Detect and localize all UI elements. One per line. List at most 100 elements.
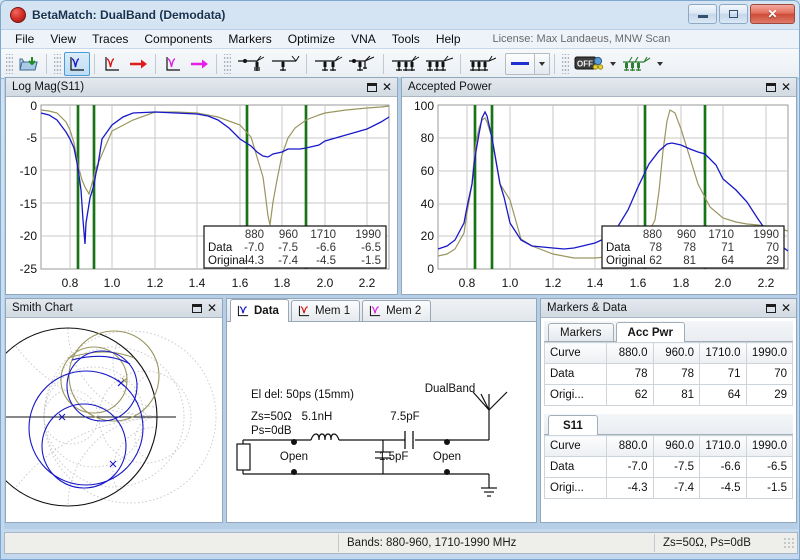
resize-grip-icon[interactable]: [783, 537, 795, 549]
menu-traces[interactable]: Traces: [84, 30, 136, 48]
smith-chart-plot[interactable]: [6, 318, 222, 522]
two-component-b-button[interactable]: [345, 52, 379, 76]
menu-help[interactable]: Help: [428, 30, 469, 48]
tab-data[interactable]: Data: [230, 299, 289, 322]
restore-icon[interactable]: [765, 303, 776, 313]
tab-markers[interactable]: Markers: [548, 323, 614, 341]
store-mem2-button[interactable]: [186, 52, 212, 76]
close-icon[interactable]: ✕: [382, 81, 392, 93]
panel-markers-data-title: Markers & Data: [547, 302, 627, 314]
tab-s11[interactable]: S11: [548, 415, 598, 435]
accpwr-tabstrip: Markers Acc Pwr: [544, 321, 793, 342]
tab-markers-label: Markers: [560, 326, 602, 339]
shunt-component-button[interactable]: [268, 52, 302, 76]
svg-text:Data: Data: [208, 242, 233, 254]
mem2-trace-button[interactable]: [160, 52, 186, 76]
svg-text:1.0: 1.0: [104, 276, 121, 290]
maximize-button[interactable]: [719, 4, 748, 24]
svg-text:-6.5: -6.5: [361, 242, 381, 254]
data-trace-button[interactable]: [64, 51, 90, 76]
circuit-schematic[interactable]: El del: 50ps (15mm) Zs=50Ω Ps=0dB 5.1nH …: [227, 322, 536, 522]
tab-mem1[interactable]: Mem 1: [290, 300, 361, 321]
panel-markers-data-header[interactable]: Markers & Data ✕: [541, 299, 796, 318]
mem1-trace-button[interactable]: [99, 52, 125, 76]
svg-text:70: 70: [766, 242, 779, 254]
mem1-trace-icon: [104, 56, 119, 71]
accpwr-th-curve: Curve: [544, 342, 607, 364]
mdi-client-area: Log Mag(S11) ✕ 0 -5 -10 -15 -20 -25 0.8 …: [4, 77, 798, 529]
restore-icon[interactable]: [366, 82, 377, 92]
restore-icon[interactable]: [765, 82, 776, 92]
tab-acc-pwr[interactable]: Acc Pwr: [615, 322, 685, 342]
minimize-button[interactable]: [688, 4, 717, 24]
close-icon[interactable]: ✕: [781, 302, 791, 314]
accpwr-table[interactable]: Curve 880.0 960.0 1710.0 1990.0 Data 78 …: [544, 342, 793, 406]
vna-off-icon: OFF: [574, 56, 604, 70]
chevron-down-icon: [609, 61, 616, 66]
s11-data-1990: -6.5: [745, 456, 793, 478]
open-file-button[interactable]: [16, 52, 42, 76]
three-component-b-button[interactable]: [422, 52, 456, 76]
restore-icon[interactable]: [191, 303, 202, 313]
svg-text:-4.5: -4.5: [316, 255, 336, 267]
panel-log-mag-header[interactable]: Log Mag(S11) ✕: [6, 78, 397, 97]
vna-toggle-button[interactable]: OFF: [572, 52, 606, 76]
table-row: Data 78 78 71 70: [544, 363, 793, 385]
s11-group: S11 Curve 880.0 960.0 1710.0 1990.0 Data: [544, 414, 793, 499]
close-icon[interactable]: ✕: [207, 302, 217, 314]
menu-vna[interactable]: VNA: [343, 30, 384, 48]
three-component-a-button[interactable]: [388, 52, 422, 76]
s11-table[interactable]: Curve 880.0 960.0 1710.0 1990.0 Data -7.…: [544, 435, 793, 499]
log-mag-chart[interactable]: 0 -5 -10 -15 -20 -25 0.8 1.0 1.2 1.4 1.6: [6, 97, 397, 294]
svg-text:-15: -15: [20, 197, 38, 211]
tab-mem2[interactable]: Mem 2: [362, 300, 432, 321]
svg-text:80: 80: [421, 131, 435, 145]
vna-dropdown[interactable]: [606, 53, 619, 75]
panel-smith-chart-title: Smith Chart: [12, 302, 73, 314]
accpwr-data-880: 78: [606, 363, 654, 385]
line-style-dropdown[interactable]: [535, 52, 550, 75]
menubar: File View Traces Components Markers Opti…: [1, 29, 799, 49]
menu-components[interactable]: Components: [136, 30, 220, 48]
panel-log-mag: Log Mag(S11) ✕ 0 -5 -10 -15 -20 -25 0.8 …: [5, 77, 398, 295]
toolbar-separator-3: [155, 53, 156, 74]
panel-smith-chart-header[interactable]: Smith Chart ✕: [6, 299, 222, 318]
toolbar-grip-1[interactable]: [6, 53, 13, 74]
four-component-button[interactable]: [465, 52, 499, 76]
network-dropdown[interactable]: [653, 53, 666, 75]
toolbar-separator-6: [383, 53, 384, 74]
close-button[interactable]: ✕: [750, 4, 795, 24]
svg-text:0: 0: [30, 99, 37, 113]
accepted-power-chart[interactable]: 100 80 60 40 20 0 0.8 1.0 1.2 1.4 1.6 1.…: [402, 97, 796, 294]
toolbar-separator-1: [46, 53, 47, 74]
panel-accepted-power-body: 100 80 60 40 20 0 0.8 1.0 1.2 1.4 1.6 1.…: [402, 97, 796, 294]
menu-file[interactable]: File: [7, 30, 42, 48]
svg-text:-10: -10: [20, 164, 38, 178]
circuit-tabstrip: Data Mem 1 Mem 2: [227, 299, 536, 322]
three-component-b-icon: [426, 55, 454, 71]
menu-tools[interactable]: Tools: [384, 30, 428, 48]
svg-text:-1.5: -1.5: [361, 255, 381, 267]
menu-optimize[interactable]: Optimize: [280, 30, 343, 48]
svg-text:Open: Open: [280, 451, 308, 463]
toolbar-grip-3[interactable]: [224, 53, 231, 74]
menu-markers[interactable]: Markers: [220, 30, 279, 48]
svg-text:0: 0: [427, 262, 434, 276]
toolbar-separator-8: [554, 53, 555, 74]
panel-smith-chart: Smith Chart ✕: [5, 298, 223, 523]
two-component-a-button[interactable]: [311, 52, 345, 76]
store-mem1-button[interactable]: [125, 52, 151, 76]
svg-text:Data: Data: [606, 242, 631, 254]
application-window: BetaMatch: DualBand (Demodata) ✕ File Vi…: [0, 0, 800, 560]
panel-accepted-power-header[interactable]: Accepted Power ✕: [402, 78, 796, 97]
toolbar-grip-2[interactable]: [54, 53, 61, 74]
panel-markers-data: Markers & Data ✕ Markers Acc Pwr Curve 8…: [540, 298, 797, 523]
line-style-combo[interactable]: [505, 52, 535, 75]
svg-text:-5: -5: [26, 131, 37, 145]
series-component-button[interactable]: [234, 52, 268, 76]
network-button[interactable]: [619, 52, 653, 76]
close-icon[interactable]: ✕: [781, 81, 791, 93]
menu-view[interactable]: View: [42, 30, 84, 48]
toolbar-separator-5: [306, 53, 307, 74]
toolbar-grip-4[interactable]: [562, 53, 569, 74]
